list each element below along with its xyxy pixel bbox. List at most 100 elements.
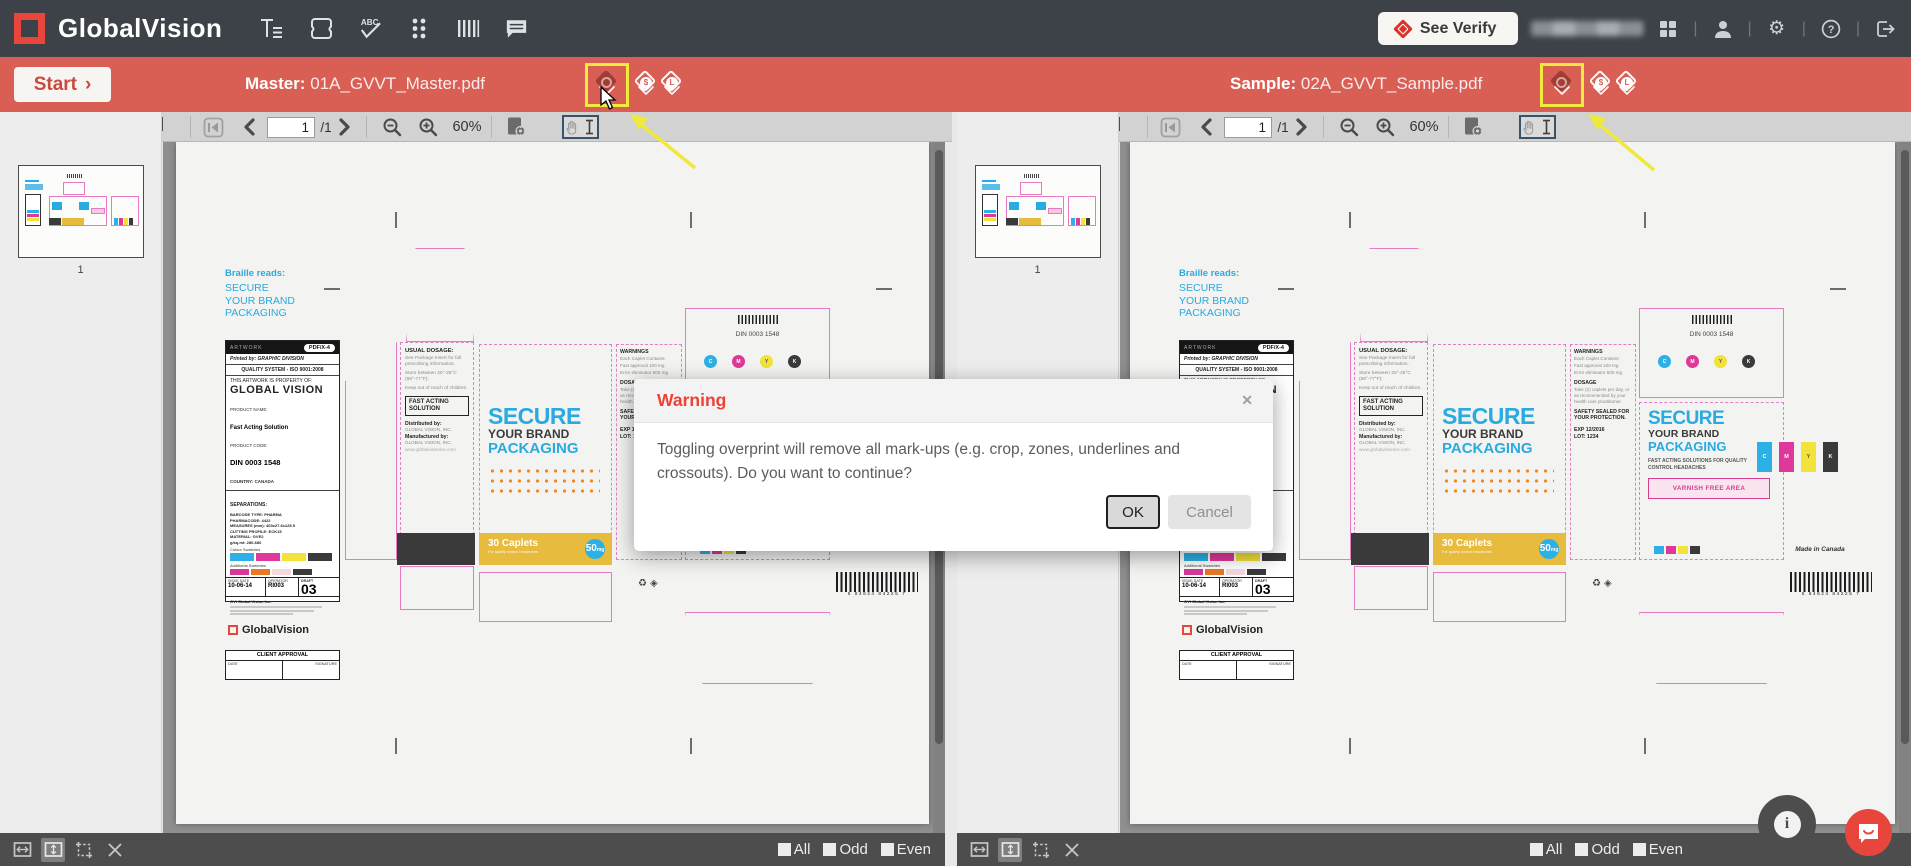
- checkbox-even[interactable]: Even: [1633, 841, 1683, 858]
- crop-tool-button[interactable]: [1029, 838, 1053, 862]
- previous-page-button[interactable]: [1197, 112, 1215, 142]
- next-page-button[interactable]: [1293, 112, 1311, 142]
- page-thumbnail[interactable]: [18, 165, 144, 258]
- settings-gear-icon[interactable]: ⚙: [1765, 17, 1789, 41]
- text-select-ibeam-icon[interactable]: [1541, 119, 1552, 135]
- registration-mark: [690, 738, 692, 754]
- swatch-orange: [1205, 569, 1224, 575]
- checkbox-all-box[interactable]: [1530, 843, 1543, 856]
- client-approval-box: CLIENT APPROVAL DATE SIGNATURE: [1179, 650, 1294, 680]
- pharmacode-hatch: [1692, 315, 1732, 324]
- checkbox-all[interactable]: All: [778, 841, 811, 858]
- brand-panel: SECURE YOUR BRAND PACKAGING: [479, 344, 612, 560]
- checkbox-odd-box[interactable]: [823, 843, 836, 856]
- upc-barcode: 5 84624 84225 7: [836, 572, 918, 602]
- dieline-bottom-flap: [685, 612, 830, 684]
- dieline-bottom-flap: [1639, 612, 1784, 684]
- inspection-header-bar: Start› Master: 01A_GVVT_Master.pdf $ L S…: [0, 57, 1911, 112]
- varnish-free-area-box: VARNISH FREE AREA: [1648, 478, 1770, 499]
- zoom-level-label: 60%: [452, 119, 481, 135]
- apps-grid-icon[interactable]: [1656, 17, 1680, 41]
- ok-button[interactable]: OK: [1106, 495, 1160, 529]
- previous-page-button[interactable]: [240, 112, 258, 142]
- checkbox-odd[interactable]: Odd: [823, 841, 867, 858]
- zoom-in-button[interactable]: [1373, 112, 1397, 142]
- swatch-black: [308, 553, 332, 561]
- spellcheck-icon[interactable]: ABC: [356, 15, 383, 42]
- fit-page-button[interactable]: [998, 838, 1022, 862]
- zoom-out-button[interactable]: [1337, 112, 1361, 142]
- swatch-yellow: [1236, 553, 1260, 561]
- text-select-ibeam-icon[interactable]: [584, 119, 595, 135]
- sample-viewer-scrollbar[interactable]: [1899, 142, 1911, 833]
- crop-tool-button[interactable]: [72, 838, 96, 862]
- close-icon[interactable]: ✕: [1241, 392, 1253, 409]
- thumbnail-page-number: 1: [0, 264, 161, 276]
- logout-icon[interactable]: [1873, 17, 1897, 41]
- checkbox-even[interactable]: Even: [881, 841, 931, 858]
- color-control-strip: [1654, 546, 1700, 554]
- brand-panel-right: SECURE YOUR BRAND PACKAGING FAST ACTING …: [1639, 402, 1784, 560]
- logo-square-icon: [1182, 625, 1192, 635]
- braille-dots-pattern: [488, 466, 600, 496]
- sample-overprint-toggle-icon[interactable]: [1549, 72, 1575, 98]
- user-name-redacted: [1531, 21, 1643, 36]
- braille-inspection-icon[interactable]: [405, 15, 432, 42]
- checkbox-all-box[interactable]: [778, 843, 791, 856]
- registration-mark: [1349, 738, 1351, 754]
- hand-pan-tool-icon[interactable]: [1523, 120, 1536, 135]
- help-icon[interactable]: ?: [1819, 17, 1843, 41]
- page-number-input[interactable]: [267, 117, 315, 138]
- pharmacode-hatch: [738, 315, 778, 324]
- fit-width-button[interactable]: [10, 838, 34, 862]
- user-profile-icon[interactable]: [1711, 17, 1735, 41]
- caplets-bar: 30 Caplets For quality control headaches…: [1433, 533, 1566, 565]
- dieline-bottom-flap: [1433, 572, 1566, 622]
- sample-separations-icon[interactable]: $: [1588, 72, 1614, 98]
- checkbox-all[interactable]: All: [1530, 841, 1563, 858]
- cancel-button[interactable]: Cancel: [1168, 495, 1251, 529]
- hand-pan-tool-icon[interactable]: [566, 120, 579, 135]
- annotation-comment-icon[interactable]: [503, 15, 530, 42]
- artwork-info-panel: ARTWORKPDF/X-4 Printed by: GRAPHIC DIVIS…: [225, 340, 340, 602]
- checkbox-even-box[interactable]: [1633, 843, 1646, 856]
- fit-width-button[interactable]: [967, 838, 991, 862]
- zoom-out-button[interactable]: [380, 112, 404, 142]
- dieline-bottom-flap: [1354, 566, 1428, 610]
- clear-markups-button[interactable]: [1060, 838, 1084, 862]
- checkbox-odd-box[interactable]: [1575, 843, 1588, 856]
- recycle-resin-icons: ♻◈: [1592, 578, 1615, 589]
- clear-markups-button[interactable]: [103, 838, 127, 862]
- pan-select-toggle-group: [562, 115, 599, 139]
- registration-mark: [395, 212, 397, 228]
- see-verify-button[interactable]: See Verify: [1378, 12, 1519, 45]
- master-overprint-toggle-icon[interactable]: [594, 72, 620, 98]
- first-page-button[interactable]: [202, 112, 224, 142]
- fit-page-button[interactable]: [41, 838, 65, 862]
- warning-dialog-title: Warning: [657, 390, 726, 411]
- black-panel-bar: [397, 533, 475, 565]
- registration-mark: [1349, 212, 1351, 228]
- dieline-left-flap: [1299, 342, 1351, 560]
- swatch-gray: [1247, 569, 1266, 575]
- master-separations-icon[interactable]: $: [633, 72, 659, 98]
- next-page-button[interactable]: [336, 112, 354, 142]
- sample-layers-icon[interactable]: L: [1614, 72, 1640, 98]
- checkbox-even-box[interactable]: [881, 843, 894, 856]
- text-inspection-icon[interactable]: [258, 15, 285, 42]
- registration-mark: [324, 288, 340, 290]
- start-button[interactable]: Start›: [14, 67, 111, 102]
- graphics-inspection-icon[interactable]: [307, 15, 334, 42]
- page-thumbnail[interactable]: [975, 165, 1101, 258]
- page-number-input[interactable]: [1224, 117, 1272, 138]
- zoom-level-label: 60%: [1409, 119, 1438, 135]
- page-settings-icon[interactable]: [503, 112, 529, 142]
- chat-support-button[interactable]: [1845, 809, 1892, 856]
- master-layers-icon[interactable]: L: [659, 72, 685, 98]
- barcode-inspection-icon[interactable]: [454, 15, 481, 42]
- checkbox-odd[interactable]: Odd: [1575, 841, 1619, 858]
- zoom-in-button[interactable]: [416, 112, 440, 142]
- info-button[interactable]: i: [1758, 795, 1816, 853]
- first-page-button[interactable]: [1159, 112, 1181, 142]
- page-settings-icon[interactable]: [1460, 112, 1486, 142]
